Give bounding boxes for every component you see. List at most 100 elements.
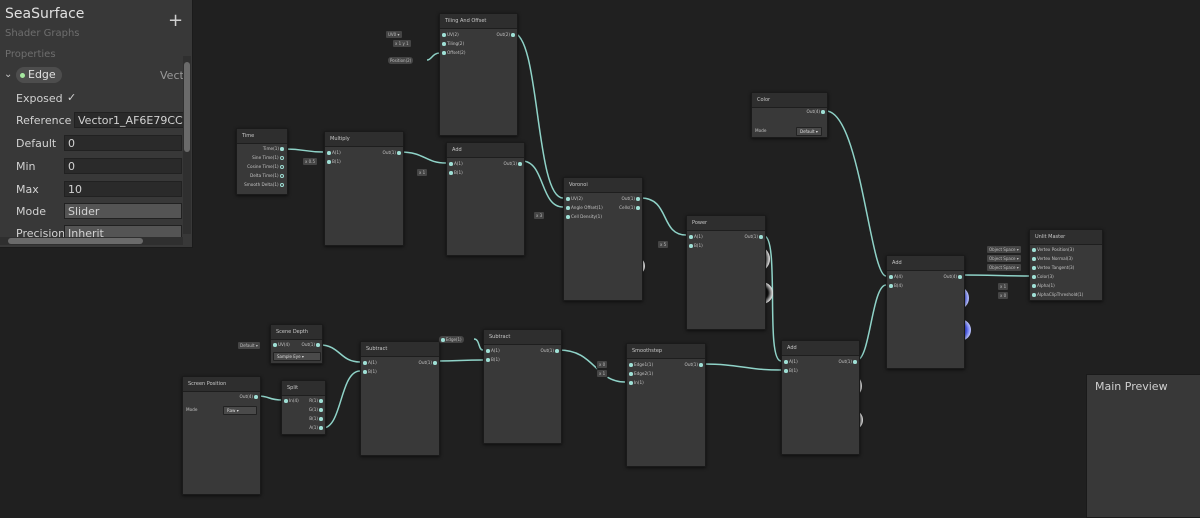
smoothstep-node[interactable]: Smoothstep Edge1(1) Edge2(1) In(1) Out(1…	[626, 343, 706, 467]
input-a-port[interactable]: A(1)	[784, 359, 798, 365]
input-port[interactable]: In(4)	[284, 398, 299, 404]
output-port[interactable]: Out(1)	[302, 342, 320, 348]
alpha-clip-pin[interactable]: x 0	[997, 291, 1010, 300]
multiply-b-pin[interactable]: x 0.5	[302, 157, 319, 166]
sine-time-port[interactable]: Sine Time(1)	[252, 155, 284, 161]
vertex-position-space-pin[interactable]: Object Space ▾	[986, 245, 1022, 254]
vertex-tangent-port[interactable]: Vertex Tangent(3)	[1032, 265, 1074, 271]
edge-property-pin[interactable]: Edge(1)	[438, 335, 465, 344]
uv-port[interactable]: UV(2)	[442, 32, 459, 38]
min-input[interactable]: 0	[64, 158, 182, 174]
mode-dropdown[interactable]: Slider	[64, 203, 182, 219]
add-property-button[interactable]: +	[168, 10, 183, 31]
output-port[interactable]: Out(4)	[944, 274, 962, 280]
output-port[interactable]: Out(1)	[685, 362, 703, 368]
output-port[interactable]: Out(1)	[541, 348, 559, 354]
output-port[interactable]: Out(4)	[807, 109, 825, 115]
reference-input[interactable]: Vector1_AF6E79CC	[74, 112, 184, 128]
input-a-port[interactable]: A(1)	[363, 360, 377, 366]
subtract-node-1[interactable]: Subtract A(1) B(1) Out(1)	[360, 341, 440, 456]
output-port[interactable]: Out(2)	[497, 32, 515, 38]
power-b-pin[interactable]: x 5	[657, 240, 670, 249]
output-port[interactable]: Out(1)	[745, 234, 763, 240]
color-port[interactable]: Color(3)	[1032, 274, 1054, 280]
a-port[interactable]: A(1)	[309, 425, 323, 431]
add-node-2[interactable]: Add A(1) B(1) Out(1)	[781, 340, 860, 455]
input-a-port[interactable]: A(1)	[689, 234, 703, 240]
edge2-port[interactable]: Edge2(1)	[629, 371, 653, 377]
voronoi-node[interactable]: Voronoi UV(2) Angle Offset(1) Cell Densi…	[563, 177, 643, 301]
input-a-port[interactable]: A(1)	[327, 150, 341, 156]
vertical-scrollbar[interactable]	[183, 56, 191, 234]
horizontal-scroll-thumb[interactable]	[8, 238, 143, 244]
output-port[interactable]: Out(1)	[419, 360, 437, 366]
input-b-port[interactable]: B(4)	[889, 283, 903, 289]
cell-density-port[interactable]: Cell Density(1)	[566, 214, 602, 220]
exposed-checkbox[interactable]: ✓	[67, 91, 76, 104]
add-b-pin[interactable]: x 1	[416, 168, 429, 177]
edge1-port[interactable]: Edge1(1)	[629, 362, 653, 368]
uv-port[interactable]: UV(2)	[566, 196, 583, 202]
smooth-delta-port[interactable]: Smooth Delta(1)	[244, 182, 284, 188]
scene-depth-uv-pin[interactable]: Default ▾	[237, 341, 261, 350]
input-b-port[interactable]: B(1)	[689, 243, 703, 249]
tiling-port[interactable]: Tiling(2)	[442, 41, 464, 47]
cell-density-pin[interactable]: x 3	[533, 211, 546, 220]
power-node[interactable]: Power A(1) B(1) Out(1)	[686, 215, 766, 330]
input-b-port[interactable]: B(1)	[327, 159, 341, 165]
vertex-position-port[interactable]: Vertex Position(3)	[1032, 247, 1074, 253]
preview-sphere[interactable]	[1099, 413, 1191, 505]
expand-arrow-icon[interactable]: ⌄	[4, 69, 12, 80]
vertex-normal-space-pin[interactable]: Object Space ▾	[986, 254, 1022, 263]
vertical-scroll-thumb[interactable]	[184, 62, 190, 152]
angle-offset-port[interactable]: Angle Offset(1)	[566, 205, 603, 211]
sampling-mode-dropdown[interactable]: Sample Eye ▾	[273, 352, 321, 361]
multiply-node[interactable]: Multiply A(1) B(1) Out(1)	[324, 131, 404, 246]
input-b-port[interactable]: B(1)	[486, 357, 500, 363]
input-b-port[interactable]: B(1)	[784, 368, 798, 374]
alpha-pin[interactable]: x 1	[997, 282, 1010, 291]
edge2-pin[interactable]: x 1	[596, 369, 609, 378]
input-a-port[interactable]: A(1)	[449, 161, 463, 167]
scene-depth-node[interactable]: Scene Depth UV(4) Out(1) Sample Eye ▾	[270, 324, 323, 364]
g-port[interactable]: G(1)	[309, 407, 323, 413]
alpha-clip-port[interactable]: AlphaClipThreshold(1)	[1032, 292, 1083, 298]
position-pin[interactable]: Position(2)	[387, 56, 415, 65]
offset-port[interactable]: Offset(2)	[442, 50, 465, 56]
property-pill[interactable]: Edge	[16, 67, 62, 83]
input-a-port[interactable]: A(1)	[486, 348, 500, 354]
screen-position-node[interactable]: Screen Position Out(4) Mode Raw ▾	[182, 376, 261, 495]
uv-port[interactable]: UV(4)	[273, 342, 290, 348]
tiling-pin[interactable]: x 1 y 1	[392, 39, 412, 48]
in-port[interactable]: In(1)	[629, 380, 644, 386]
input-a-port[interactable]: A(4)	[889, 274, 903, 280]
time-node[interactable]: Time Time(1) Sine Time(1) Cosine Time(1)…	[236, 128, 288, 195]
max-input[interactable]: 10	[64, 181, 182, 197]
unlit-master-node[interactable]: Unlit Master Vertex Position(3) Vertex N…	[1029, 229, 1103, 301]
b-port[interactable]: B(1)	[309, 416, 323, 422]
horizontal-scrollbar[interactable]	[0, 237, 183, 245]
add-node[interactable]: Add A(1) B(1) Out(1)	[446, 142, 525, 256]
tiling-offset-node[interactable]: Tiling And Offset UV(2) Tiling(2) Offset…	[439, 13, 518, 136]
output-port[interactable]: Out(1)	[504, 161, 522, 167]
edge1-pin[interactable]: x 0	[596, 360, 609, 369]
output-port[interactable]: Out(1)	[839, 359, 857, 365]
input-b-port[interactable]: B(1)	[449, 170, 463, 176]
color-node[interactable]: Color Out(4) Mode Default ▾	[751, 92, 828, 138]
color-mode-dropdown[interactable]: Default ▾	[796, 127, 822, 136]
r-port[interactable]: R(1)	[309, 398, 323, 404]
alpha-port[interactable]: Alpha(1)	[1032, 283, 1055, 289]
main-preview-panel[interactable]: Main Preview	[1086, 374, 1200, 518]
delta-time-port[interactable]: Delta Time(1)	[250, 173, 284, 179]
time-port[interactable]: Time(1)	[263, 146, 284, 152]
cosine-time-port[interactable]: Cosine Time(1)	[247, 164, 284, 170]
default-input[interactable]: 0	[64, 135, 182, 151]
add-final-node[interactable]: Add A(4) B(4) Out(4)	[886, 255, 965, 369]
output-port[interactable]: Out(1)	[383, 150, 401, 156]
input-b-port[interactable]: B(1)	[363, 369, 377, 375]
vertex-tangent-space-pin[interactable]: Object Space ▾	[986, 263, 1022, 272]
output-port[interactable]: Out(4)	[240, 394, 258, 400]
vertex-normal-port[interactable]: Vertex Normal(3)	[1032, 256, 1073, 262]
cells-port[interactable]: Cells(1)	[619, 205, 640, 211]
output-port[interactable]: Out(1)	[622, 196, 640, 202]
